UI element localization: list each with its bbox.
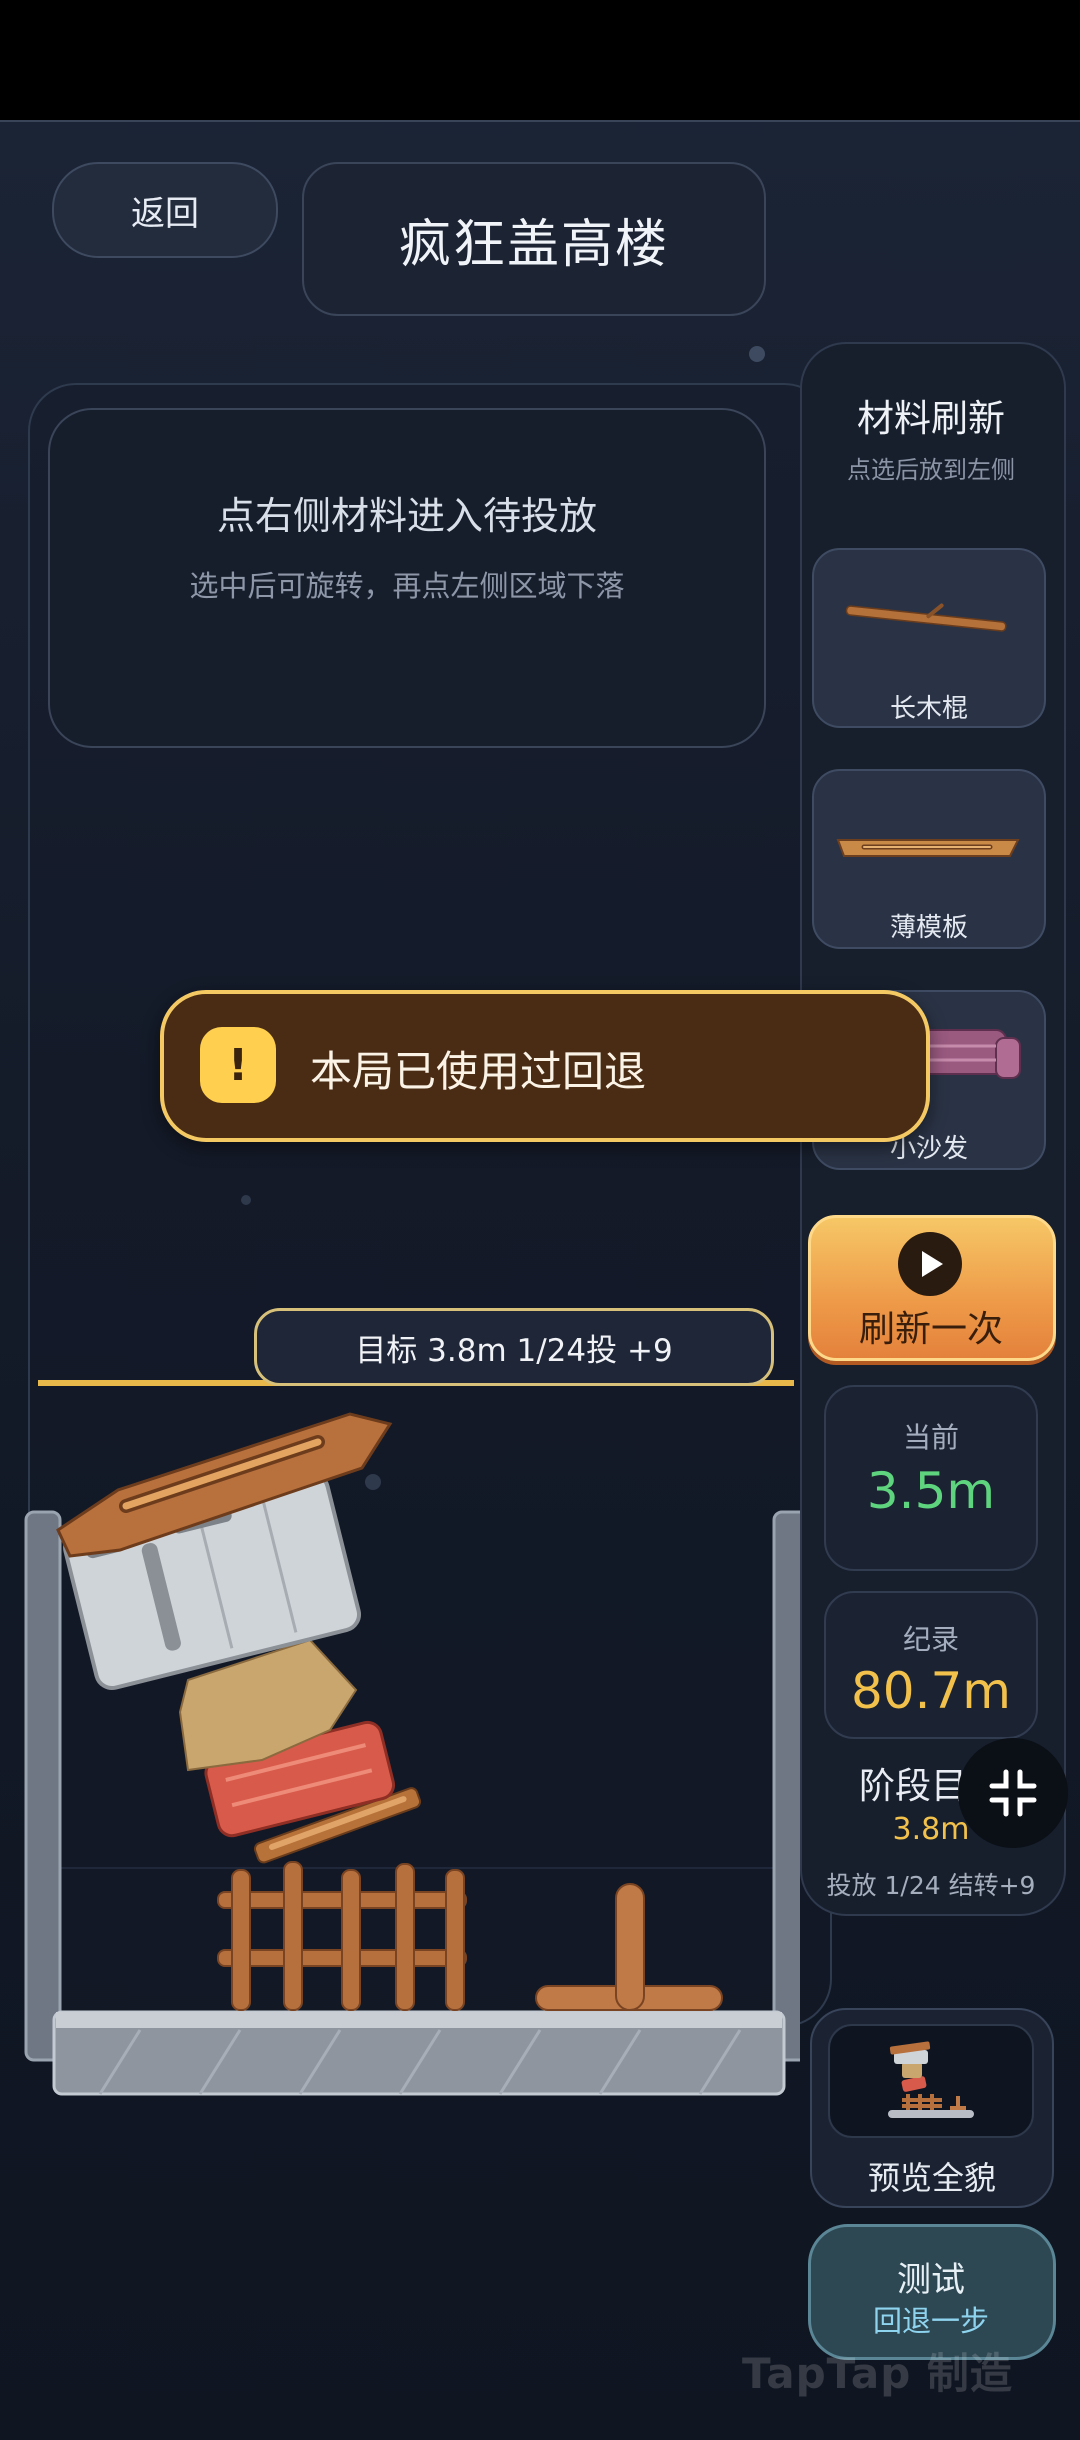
panel-subtitle: 点选后放到左侧 bbox=[847, 456, 1015, 484]
tower-scene bbox=[24, 1412, 800, 2096]
wooden-stick-icon bbox=[845, 603, 1007, 632]
hint-subtitle: 选中后可旋转，再点左侧区域下落 bbox=[189, 569, 625, 603]
drop-count-info: 投放 1/24 结转+9 bbox=[826, 1871, 1036, 1900]
material-label-board: 薄模板 bbox=[889, 913, 968, 943]
container-right-wall bbox=[772, 1510, 800, 2062]
game-title: 疯狂盖高楼 bbox=[302, 162, 766, 316]
taptap-watermark: TapTap 制造 bbox=[742, 2349, 1013, 2398]
thin-board-icon bbox=[836, 839, 1020, 857]
back-button[interactable]: 返回 bbox=[52, 162, 278, 258]
warning-icon: ! bbox=[200, 1027, 276, 1103]
tower-thumbnail-icon bbox=[888, 2041, 974, 2118]
current-height-value: 3.5m bbox=[866, 1462, 996, 1520]
material-label-stick: 长木棍 bbox=[889, 694, 968, 724]
record-height-label: 纪录 bbox=[902, 1623, 959, 1656]
refresh-once-label: 刷新一次 bbox=[858, 1309, 1003, 1350]
fence-block bbox=[217, 1861, 467, 2011]
play-icon bbox=[898, 1232, 962, 1296]
current-height-label: 当前 bbox=[902, 1421, 959, 1454]
collapse-icon bbox=[989, 1769, 1037, 1817]
hint-title: 点右侧材料进入待投放 bbox=[216, 494, 597, 538]
status-bar bbox=[0, 0, 1080, 122]
toast-message: 本局已使用过回退 bbox=[310, 1047, 647, 1096]
preview-overview-label: 预览全貌 bbox=[867, 2159, 996, 2197]
collapse-fullscreen-button[interactable] bbox=[958, 1738, 1068, 1848]
test-label: 测试 bbox=[897, 2260, 965, 2300]
container-left-wall bbox=[24, 1510, 62, 2062]
decor-dot bbox=[749, 346, 765, 362]
panel-title: 材料刷新 bbox=[857, 397, 1005, 440]
undo-step-label: 回退一步 bbox=[872, 2304, 989, 2338]
t-shape-block bbox=[535, 1883, 723, 2011]
target-info-pill: 目标 3.8m 1/24投 +9 bbox=[254, 1308, 774, 1386]
record-height-value: 80.7m bbox=[850, 1662, 1012, 1720]
